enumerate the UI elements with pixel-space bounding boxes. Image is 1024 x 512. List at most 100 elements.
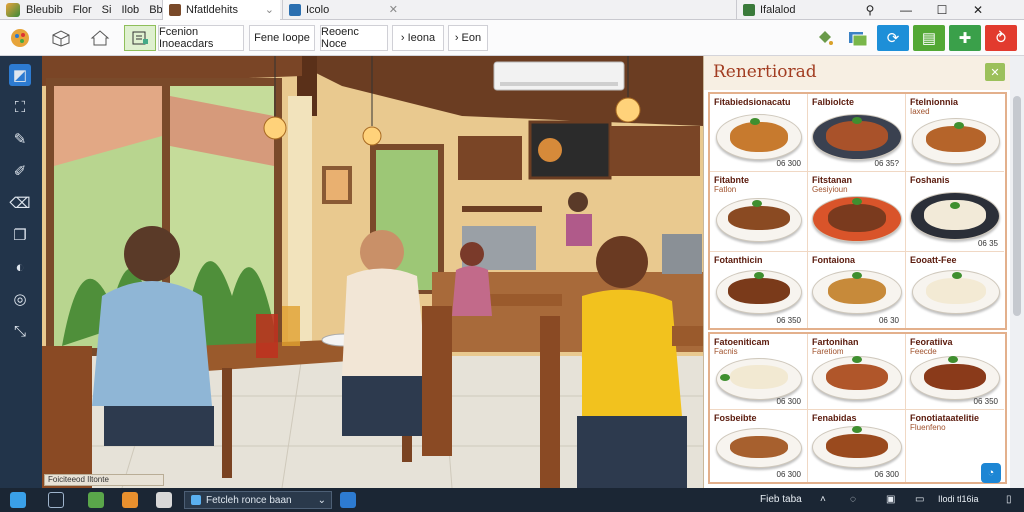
clock[interactable]: Ilodi tl16ia	[938, 494, 979, 504]
menu-item[interactable]: Eooatt-Fee	[906, 252, 1004, 328]
tab-photo[interactable]: Nfatldehits ⌄	[162, 0, 280, 20]
menu-item-name: Ftelnionnia	[910, 97, 958, 107]
menu-item[interactable]: Foshanis 06 35	[906, 172, 1004, 252]
menu-item-name: Fontaiona	[812, 255, 855, 265]
toolbar-button-label: Ieona	[407, 32, 436, 44]
store-icon[interactable]	[122, 492, 138, 508]
palette-icon[interactable]	[5, 25, 35, 51]
toolbar-button[interactable]: Reoenc Noce	[320, 25, 388, 51]
edit-doc-icon[interactable]	[124, 25, 156, 51]
battery-icon[interactable]: ▭	[915, 494, 924, 505]
title-bar: Bleubib Flor Si Ilob Bble Nfatldehits ⌄ …	[0, 0, 1024, 20]
garnish	[948, 356, 958, 363]
help-icon[interactable]: ◔	[981, 463, 1001, 483]
menu-item-sub: Fatlon	[714, 185, 737, 194]
menu-item[interactable]: Bleubib	[26, 4, 63, 16]
garnish	[720, 374, 730, 381]
close-panel-button[interactable]: ✕	[985, 63, 1005, 81]
start-icon[interactable]	[10, 492, 26, 508]
adjust-icon[interactable]: ◐	[9, 256, 31, 278]
garnish	[750, 118, 760, 125]
folder-icon[interactable]: ▤	[913, 25, 945, 51]
chevron-up-icon[interactable]: ˄	[820, 494, 826, 505]
close-window-icon[interactable]: ✕	[960, 0, 996, 20]
close-icon[interactable]: ✕	[389, 3, 398, 16]
left-toolbar: ◩ ⛶ ✎ ✐ ⌫ ❐ ◐ ◎ ⤡	[0, 56, 42, 488]
menu-item[interactable]: Ilob	[121, 4, 139, 16]
menu-item[interactable]: Flor	[73, 4, 92, 16]
app-window-icon[interactable]	[340, 492, 356, 508]
menu-item[interactable]: Fontaiona 06 30	[808, 252, 906, 328]
menu-item-sub: Iaxed	[910, 107, 930, 116]
chevron-down-icon[interactable]: ⌄	[265, 3, 274, 16]
menu-item-sub: Gesiyioun	[812, 185, 848, 194]
app-icon[interactable]	[6, 2, 20, 17]
menu-item-sub: Faretiom	[812, 347, 844, 356]
toolbar-button[interactable]: › Eon	[448, 25, 488, 51]
taskbar: Fetcleh ronce baan ⌄ Fieb taba ˄ ◌ ▣ ▭ I…	[0, 488, 1024, 512]
volume-icon[interactable]: ▣	[886, 494, 895, 505]
eraser-icon[interactable]: ⌫	[9, 192, 31, 214]
menu-item[interactable]: Feoratiiva Feecde 06 350	[906, 334, 1004, 410]
menu-item-price: 06 300	[776, 159, 801, 168]
target-icon[interactable]: ◎	[9, 288, 31, 310]
transform-icon[interactable]: ⤡	[9, 320, 31, 342]
wifi-icon[interactable]: ◌	[850, 494, 856, 505]
maximize-icon[interactable]: ☐	[924, 0, 960, 20]
image-gallery-icon[interactable]	[845, 25, 871, 51]
menu-item[interactable]: Fatoeniticam Facnis 06 300	[710, 334, 808, 410]
brush-icon[interactable]: ✎	[9, 128, 31, 150]
toolbar-button[interactable]: › Ieona	[392, 25, 444, 51]
file-explorer-icon[interactable]	[88, 492, 104, 508]
menu-panel: Renertiorad ✕ Fitabiedsionacatu 06 300 F…	[703, 56, 1011, 488]
home-icon[interactable]	[87, 25, 113, 51]
menu-item[interactable]: Fitabnte Fatlon	[710, 172, 808, 252]
toolbar: Fcenion Inoeacdars Fene Ioope Reoenc Noc…	[0, 20, 1024, 56]
dish-food	[826, 364, 888, 390]
pen-icon[interactable]: ✐	[9, 160, 31, 182]
notes-icon[interactable]	[156, 492, 172, 508]
box-icon[interactable]	[48, 25, 74, 51]
dish-food	[826, 434, 888, 458]
menu-item[interactable]: Falbiolcte 06 35?	[808, 94, 906, 172]
sync-icon[interactable]: ⟳	[877, 25, 909, 51]
menu-item[interactable]: Fitstanan Gesiyioun	[808, 172, 906, 252]
add-icon[interactable]: ✚	[949, 25, 981, 51]
scrollbar-thumb[interactable]	[1013, 96, 1021, 316]
menu-item-price: 06 350	[776, 316, 801, 325]
menu-item-name: Foshanis	[910, 175, 950, 185]
menu-item[interactable]: Fitabiedsionacatu 06 300	[710, 94, 808, 172]
notification-icon[interactable]: ▯	[1006, 494, 1012, 505]
layers-icon[interactable]: ❐	[9, 224, 31, 246]
menu-item[interactable]: Fosbeibte 06 300	[710, 410, 808, 482]
menu-item[interactable]: Fotanthicin 06 350	[710, 252, 808, 328]
menu-item-name: Fitabiedsionacatu	[714, 97, 791, 107]
select-tool-icon[interactable]: ◩	[9, 64, 31, 86]
garnish	[754, 272, 764, 279]
toolbar-button[interactable]: Fcenion Inoeacdars	[158, 25, 244, 51]
paint-bucket-icon[interactable]	[812, 25, 838, 51]
chevron-down-icon[interactable]: ⌄	[318, 495, 326, 506]
menu-item[interactable]: Fartonihan Faretiom	[808, 334, 906, 410]
garnish	[852, 356, 862, 363]
dish-food	[728, 278, 790, 304]
tab-app[interactable]: Ifalalod	[736, 0, 852, 20]
task-view-icon[interactable]	[48, 492, 64, 508]
crop-icon[interactable]: ⛶	[9, 96, 31, 118]
chevron-right-icon: ›	[454, 32, 459, 44]
panel-scrollbar[interactable]	[1010, 56, 1024, 488]
tab-window[interactable]: Icolo ✕	[282, 0, 404, 20]
menu-item-name: Fonotiataatelitie	[910, 413, 980, 423]
menu-item[interactable]: Fenabidas 06 300	[808, 410, 906, 482]
minimize-icon[interactable]: —	[888, 0, 924, 20]
settings-icon[interactable]: ⚲	[852, 0, 888, 20]
menu-grid-top: Fitabiedsionacatu 06 300 Falbiolcte 06 3…	[708, 92, 1007, 330]
search-text: Fetcleh ronce baan	[206, 494, 292, 506]
canvas-image[interactable]	[42, 56, 703, 488]
toolbar-button[interactable]: Fene Ioope	[249, 25, 315, 51]
chevron-right-icon: ›	[400, 32, 405, 44]
share-icon[interactable]: ⥁	[985, 25, 1017, 51]
taskbar-search[interactable]: Fetcleh ronce baan ⌄	[184, 491, 332, 509]
menu-item[interactable]: Ftelnionnia Iaxed	[906, 94, 1004, 172]
menu-item[interactable]: Si	[102, 4, 112, 16]
